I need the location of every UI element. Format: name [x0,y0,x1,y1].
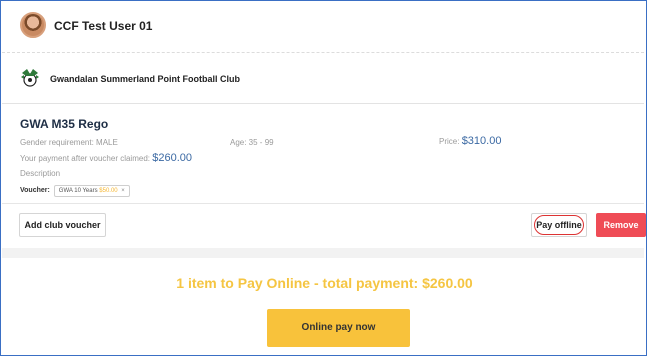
price-label: Price: [439,137,460,146]
divider [2,203,644,204]
voucher-amount: $50.00 [99,188,118,194]
gender-requirement: Gender requirement: MALE [20,138,118,147]
voucher-row: Voucher: GWA 10 Years $50.00 × [20,185,130,197]
club-header: Gwandalan Summerland Point Football Club [2,53,644,104]
after-voucher-value: $260.00 [152,152,192,164]
age-range: Age: 35 - 99 [230,138,274,147]
remove-button[interactable]: Remove [596,213,646,237]
online-pay-now-button[interactable]: Online pay now [267,309,410,347]
user-name: CCF Test User 01 [54,19,153,33]
payment-after-voucher: Your payment after voucher claimed: $260… [20,152,192,164]
voucher-remove-icon[interactable]: × [121,188,125,194]
user-header: CCF Test User 01 [2,2,644,53]
payment-summary: 1 item to Pay Online - total payment: $2… [176,275,473,291]
section-gap [2,248,644,258]
voucher-name: GWA 10 Years [58,188,98,194]
add-club-voucher-button[interactable]: Add club voucher [19,213,106,237]
description-label: Description [20,169,61,178]
price-value: $310.00 [461,135,502,147]
avatar [20,12,46,38]
price: Price: $310.00 [439,135,501,147]
pay-offline-button[interactable]: Pay offline [531,213,587,237]
voucher-chip: GWA 10 Years $50.00 × [53,185,130,197]
checkout-panel: CCF Test User 01 Gwandalan Summerland Po… [0,0,647,356]
club-name: Gwandalan Summerland Point Football Club [50,74,241,84]
item-title: GWA M35 Rego [20,117,109,131]
voucher-label: Voucher: [20,187,50,194]
club-logo-icon [21,69,39,87]
after-voucher-label: Your payment after voucher claimed: [20,154,150,163]
